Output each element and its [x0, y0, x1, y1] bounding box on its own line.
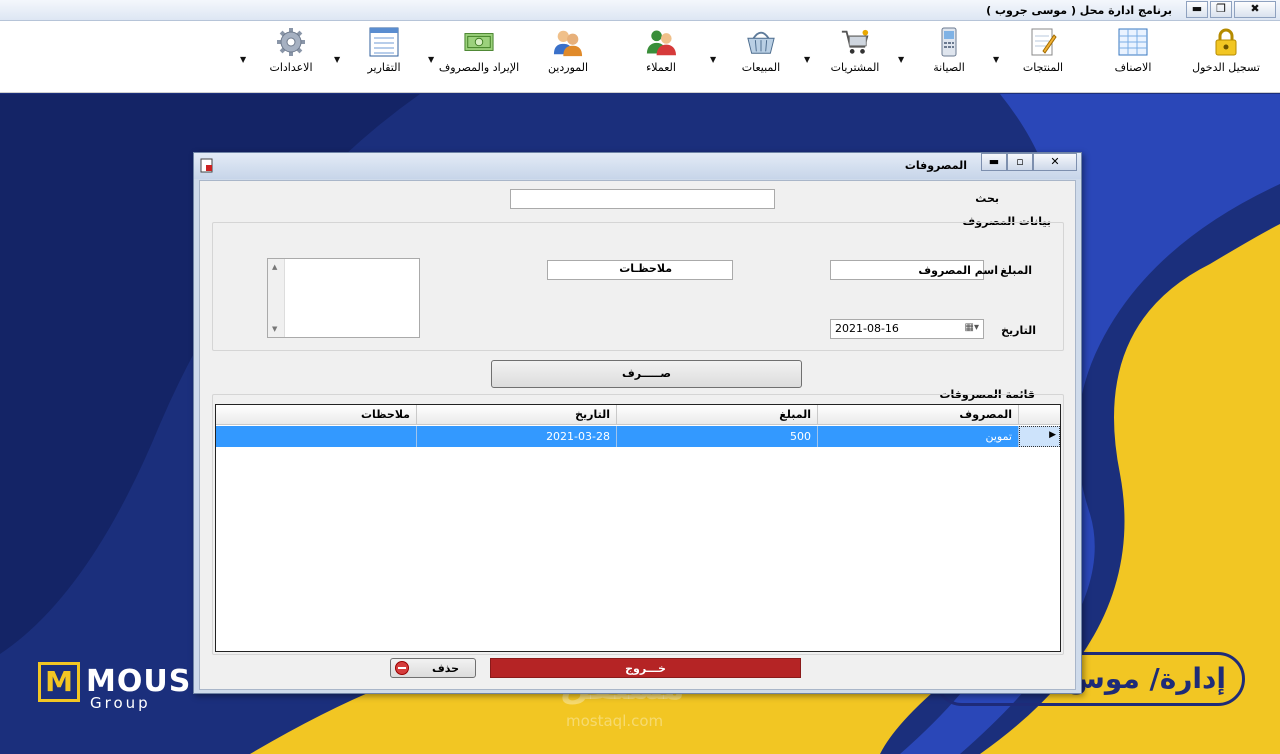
toolbar-customers[interactable]: العملاء: [618, 27, 704, 74]
phone-icon: [934, 27, 964, 57]
main-toolbar: تسجيل الدخول الاصناف المنتجات ▼ الصيانة …: [0, 21, 1280, 93]
toolbar-settings-label: الاعدادات: [269, 61, 313, 74]
notes-scrollbar[interactable]: ▲ ▼: [268, 259, 285, 337]
toolbar-maintenance-label: الصيانة: [933, 61, 965, 74]
dialog-controls: ▬ ▫ ✕: [981, 153, 1077, 171]
grid-header-amount[interactable]: المبلغ: [617, 405, 818, 425]
toolbar-customers-label: العملاء: [646, 61, 676, 74]
grid-cell-amount[interactable]: 500: [617, 426, 818, 447]
toolbar-income-expense-label: الإيراد والمصروف: [438, 61, 520, 74]
toolbar-sales[interactable]: المبيعات: [718, 27, 804, 74]
toolbar-sales-dropdown-icon[interactable]: ▼: [710, 55, 716, 64]
window-titlebar: برنامج ادارة محل ( موسى جروب ) ▬ ❐ ✖: [0, 0, 1280, 21]
notes-label: ملاحظـات: [619, 262, 672, 275]
grid-header-expense[interactable]: المصروف: [818, 405, 1019, 425]
toolbar-reports-dropdown-icon[interactable]: ▼: [334, 55, 340, 64]
report-icon: [369, 27, 399, 57]
dialog-maximize-button[interactable]: ▫: [1007, 153, 1033, 171]
amount-label: المبلغ: [1000, 264, 1032, 277]
toolbar-products[interactable]: المنتجات: [1000, 27, 1086, 74]
expenses-dialog: المصروفات ▬ ▫ ✕ بحث بيانات المصروف المبل…: [193, 152, 1082, 694]
grid-header-date[interactable]: التاريخ: [417, 405, 617, 425]
customers-icon: [646, 27, 676, 57]
toolbar-categories-label: الاصناف: [1114, 61, 1152, 74]
scroll-up-icon[interactable]: ▲: [272, 263, 277, 271]
scroll-down-icon[interactable]: ▼: [272, 325, 277, 333]
dialog-titlebar: المصروفات ▬ ▫ ✕: [194, 153, 1081, 179]
toolbar-reports-label: التقارير: [367, 61, 401, 74]
lock-icon: [1211, 27, 1241, 57]
window-title: برنامج ادارة محل ( موسى جروب ): [986, 4, 1172, 17]
logo-subtext: Group: [90, 694, 151, 712]
toolbar-products-dropdown-icon[interactable]: ▼: [993, 55, 999, 64]
spend-button[interactable]: صـــــرف: [491, 360, 802, 388]
cart-icon: [840, 27, 870, 57]
expense-name-label: اسم المصروف: [918, 264, 998, 277]
toolbar-reports[interactable]: التقارير: [341, 27, 427, 74]
grid-header-notes[interactable]: ملاحظات: [216, 405, 417, 425]
exit-button[interactable]: خـــروج: [490, 658, 801, 678]
window-close-button[interactable]: ✖: [1234, 1, 1276, 18]
dialog-title: المصروفات: [904, 159, 967, 172]
search-input[interactable]: [510, 189, 775, 209]
delete-button-label: حذف: [431, 662, 459, 675]
watermark-url: mostaql.com: [566, 712, 664, 730]
notes-textarea[interactable]: ▲ ▼: [267, 258, 420, 338]
window-minimize-button[interactable]: ▬: [1186, 1, 1208, 18]
toolbar-suppliers-label: الموردين: [547, 61, 589, 74]
toolbar-login[interactable]: تسجيل الدخول: [1183, 27, 1269, 74]
calendar-dropdown-icon[interactable]: ▦▾: [965, 322, 979, 333]
suppliers-icon: [553, 27, 583, 57]
delete-button[interactable]: حذف: [390, 658, 476, 678]
grid-header-corner: [1019, 405, 1060, 425]
current-row-indicator-icon: ▶: [1049, 430, 1056, 440]
toolbar-maintenance-dropdown-icon[interactable]: ▼: [898, 55, 904, 64]
date-label: التاريخ: [1001, 324, 1036, 337]
search-label: بحث: [975, 192, 999, 205]
window-maximize-button[interactable]: ❐: [1210, 1, 1232, 18]
toolbar-categories[interactable]: الاصناف: [1090, 27, 1176, 74]
toolbar-purchases-dropdown-icon[interactable]: ▼: [804, 55, 810, 64]
toolbar-income-expense[interactable]: الإيراد والمصروف: [436, 27, 522, 74]
toolbar-settings[interactable]: الاعدادات: [248, 27, 334, 74]
date-picker[interactable]: 2021-08-16 ▦▾: [830, 319, 984, 339]
dialog-body: بحث بيانات المصروف المبلغ اسم المصروف مل…: [199, 180, 1076, 690]
toolbar-purchases[interactable]: المشتريات: [812, 27, 898, 74]
logo-text: MOUS: [86, 664, 192, 699]
expenses-grid[interactable]: ملاحظات التاريخ المبلغ المصروف 2021-03-2…: [215, 404, 1061, 652]
toolbar-income-expense-dropdown-icon[interactable]: ▼: [428, 55, 434, 64]
window-controls: ▬ ❐ ✖: [1186, 1, 1276, 18]
money-icon: [464, 27, 494, 57]
toolbar-suppliers[interactable]: الموردين: [525, 27, 611, 74]
delete-icon: [395, 661, 409, 675]
grid-cell-notes[interactable]: [216, 426, 417, 447]
basket-icon: [746, 27, 776, 57]
toolbar-maintenance[interactable]: الصيانة: [906, 27, 992, 74]
toolbar-purchases-label: المشتريات: [830, 61, 880, 74]
notepad-icon: [1028, 27, 1058, 57]
date-value: 2021-08-16: [835, 322, 899, 335]
toolbar-products-label: المنتجات: [1022, 61, 1064, 74]
grid-cell-date[interactable]: 2021-03-28: [417, 426, 617, 447]
dialog-minimize-button[interactable]: ▬: [981, 153, 1007, 171]
toolbar-sales-label: المبيعات: [741, 61, 781, 74]
toolbar-settings-dropdown-icon[interactable]: ▼: [240, 55, 246, 64]
logo-mark: M: [38, 662, 80, 702]
grid-cell-expense[interactable]: تموين: [818, 426, 1019, 447]
gear-icon: [276, 27, 306, 57]
dialog-close-button[interactable]: ✕: [1033, 153, 1077, 171]
toolbar-login-label: تسجيل الدخول: [1192, 61, 1260, 74]
grid-icon: [1118, 27, 1148, 57]
form-icon: [200, 158, 213, 173]
